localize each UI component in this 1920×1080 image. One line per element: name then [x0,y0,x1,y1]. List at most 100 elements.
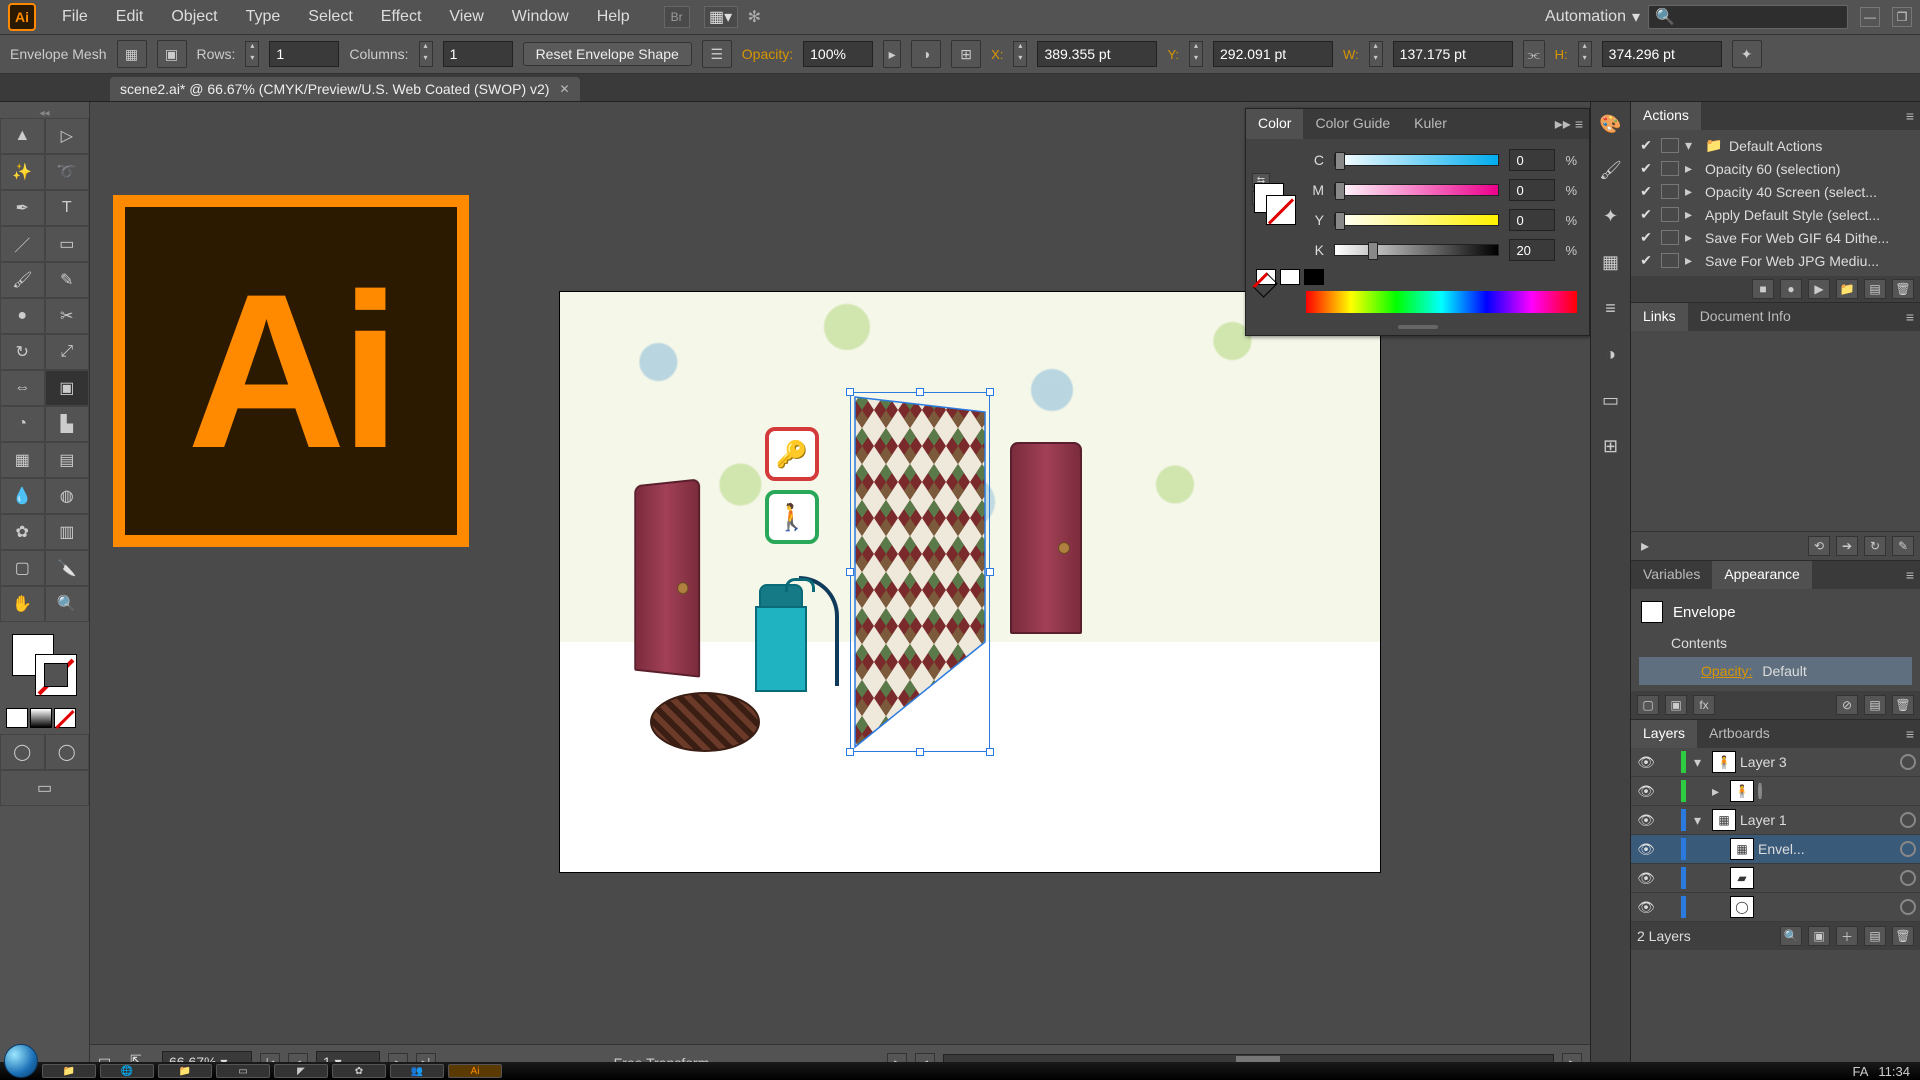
x-stepper[interactable]: ▴▾ [1013,41,1027,67]
envelope-options-icon[interactable]: ☰ [702,40,732,68]
draw-behind-icon[interactable]: ◯ [45,734,90,770]
layer-row[interactable]: 👁▦Envel... [1631,835,1920,864]
relink-icon[interactable]: ⟲ [1808,536,1830,556]
links-expand-icon[interactable]: ▸ [1637,536,1653,556]
artboard-tool[interactable]: ▢ [0,550,45,586]
blend-tool[interactable]: ◍ [45,478,90,514]
dock-stroke-icon[interactable]: ≡ [1597,294,1625,322]
slice-tool[interactable]: 🔪 [45,550,90,586]
align-reference-icon[interactable]: ⊞ [951,40,981,68]
layer-row[interactable]: 👁▾▦Layer 1 [1631,806,1920,835]
color-panel-swatch[interactable] [1254,183,1296,225]
handle-top-mid[interactable] [916,388,924,396]
menu-effect[interactable]: Effect [367,8,436,26]
delete-action-icon[interactable]: 🗑 [1892,279,1914,299]
rows-field[interactable]: 1 [269,41,339,67]
tab-layers[interactable]: Layers [1631,720,1697,748]
handle-top-right[interactable] [986,388,994,396]
y-stepper[interactable]: ▴▾ [1189,41,1203,67]
w-stepper[interactable]: ▴▾ [1369,41,1383,67]
taskbar-item[interactable]: ◤ [274,1064,328,1078]
workspace-switcher[interactable]: Automation▾ [1545,7,1640,27]
tab-color-guide[interactable]: Color Guide [1303,109,1402,139]
magic-wand-tool[interactable]: ✨ [0,154,45,190]
menu-type[interactable]: Type [232,8,295,26]
y-field[interactable]: 292.091 pt [1213,41,1333,67]
target-icon[interactable] [1900,754,1916,770]
tab-links[interactable]: Links [1631,303,1688,331]
rectangle-tool[interactable]: ▭ [45,226,90,262]
system-tray[interactable]: FA 11:34 [1853,1064,1916,1079]
panel-menu-icon[interactable]: ≡ [1575,116,1583,132]
mesh-tool[interactable]: ▦ [0,442,45,478]
hand-tool[interactable]: ✋ [0,586,45,622]
bridge-icon[interactable]: Br [664,6,690,28]
screen-mode-icon[interactable]: ▭ [0,770,89,806]
layer-row[interactable]: 👁▾🧍Layer 3 [1631,748,1920,777]
constrain-proportions-icon[interactable]: ⫘ [1523,40,1545,68]
h-field[interactable]: 374.296 pt [1602,41,1722,67]
expand-icon[interactable]: ▾ [1685,137,1699,154]
add-effect-icon[interactable]: fx [1693,695,1715,715]
channel-m-slider[interactable] [1334,184,1499,196]
delete-item-icon[interactable]: 🗑 [1892,695,1914,715]
play-action-icon[interactable]: ▶ [1808,279,1830,299]
target-icon[interactable] [1900,812,1916,828]
new-sublayer-icon[interactable]: ＋ [1836,926,1858,946]
lasso-tool[interactable]: ➰ [45,154,90,190]
links-menu-icon[interactable]: ≡ [1906,309,1914,325]
new-action-icon[interactable]: ▤ [1864,279,1886,299]
column-graph-tool[interactable]: ▥ [45,514,90,550]
arrange-documents-icon[interactable]: ▦▾ [704,6,738,28]
tab-artboards[interactable]: Artboards [1697,720,1782,748]
target-icon[interactable] [1900,899,1916,915]
h-stepper[interactable]: ▴▾ [1578,41,1592,67]
dock-brush-icon[interactable]: 🖌 [1597,156,1625,184]
dock-appearance-icon[interactable]: ▭ [1597,386,1625,414]
dialog-toggle[interactable] [1661,138,1679,153]
clear-appearance-icon[interactable]: ⊘ [1836,695,1858,715]
opacity-link[interactable]: Opacity: [1701,663,1752,679]
recolor-artwork-icon[interactable]: ◑ [911,40,941,68]
collapse-icon[interactable]: ▸▸ [1555,114,1571,134]
tab-appearance[interactable]: Appearance [1712,561,1812,589]
appearance-opacity-row[interactable]: Opacity: Default [1639,657,1912,685]
duplicate-item-icon[interactable]: ▤ [1864,695,1886,715]
perspective-grid-tool[interactable]: ▙ [45,406,90,442]
color-panel-grip[interactable] [1246,325,1589,335]
taskbar-item[interactable]: ▭ [216,1064,270,1078]
handle-bottom-right[interactable] [986,748,994,756]
visibility-icon[interactable]: 👁 [1635,839,1657,859]
pen-tool[interactable]: ✒ [0,190,45,226]
dock-symbols-icon[interactable]: ✦ [1597,202,1625,230]
help-search[interactable]: 🔍 [1648,5,1848,29]
taskbar-item-illustrator[interactable]: Ai [448,1064,502,1078]
actions-menu-icon[interactable]: ≡ [1906,108,1914,124]
maximize-button[interactable]: ❐ [1892,7,1912,27]
tab-document-info[interactable]: Document Info [1688,303,1803,331]
eyedropper-tool[interactable]: 💧 [0,478,45,514]
handle-bottom-mid[interactable] [916,748,924,756]
expand-icon[interactable]: ▾ [1694,812,1708,829]
layer-name[interactable] [1758,783,1916,799]
start-button[interactable] [4,1044,38,1078]
color-mode-gradient[interactable] [30,708,52,728]
pencil-tool[interactable]: ✎ [45,262,90,298]
selection-bounding-box[interactable] [850,392,990,752]
new-art-basic-icon[interactable]: ▣ [1665,695,1687,715]
visibility-icon[interactable]: 👁 [1635,897,1657,917]
edit-contents-icon[interactable]: ▣ [157,40,187,68]
layer-row[interactable]: 👁▰ [1631,864,1920,893]
channel-c-field[interactable]: 0 [1509,149,1555,171]
fill-stroke-swatch[interactable] [8,630,81,700]
make-clipping-mask-icon[interactable]: ▣ [1808,926,1830,946]
zoom-tool[interactable]: 🔍 [45,586,90,622]
menu-window[interactable]: Window [498,8,583,26]
width-tool[interactable]: ⇔ [0,370,45,406]
action-row[interactable]: ✔▸Apply Default Style (select... [1635,203,1916,226]
delete-layer-icon[interactable]: 🗑 [1892,926,1914,946]
opacity-field[interactable]: 100% [803,41,873,67]
layer-row[interactable]: 👁◯ [1631,893,1920,922]
reset-envelope-button[interactable]: Reset Envelope Shape [523,42,692,66]
tab-variables[interactable]: Variables [1631,561,1712,589]
